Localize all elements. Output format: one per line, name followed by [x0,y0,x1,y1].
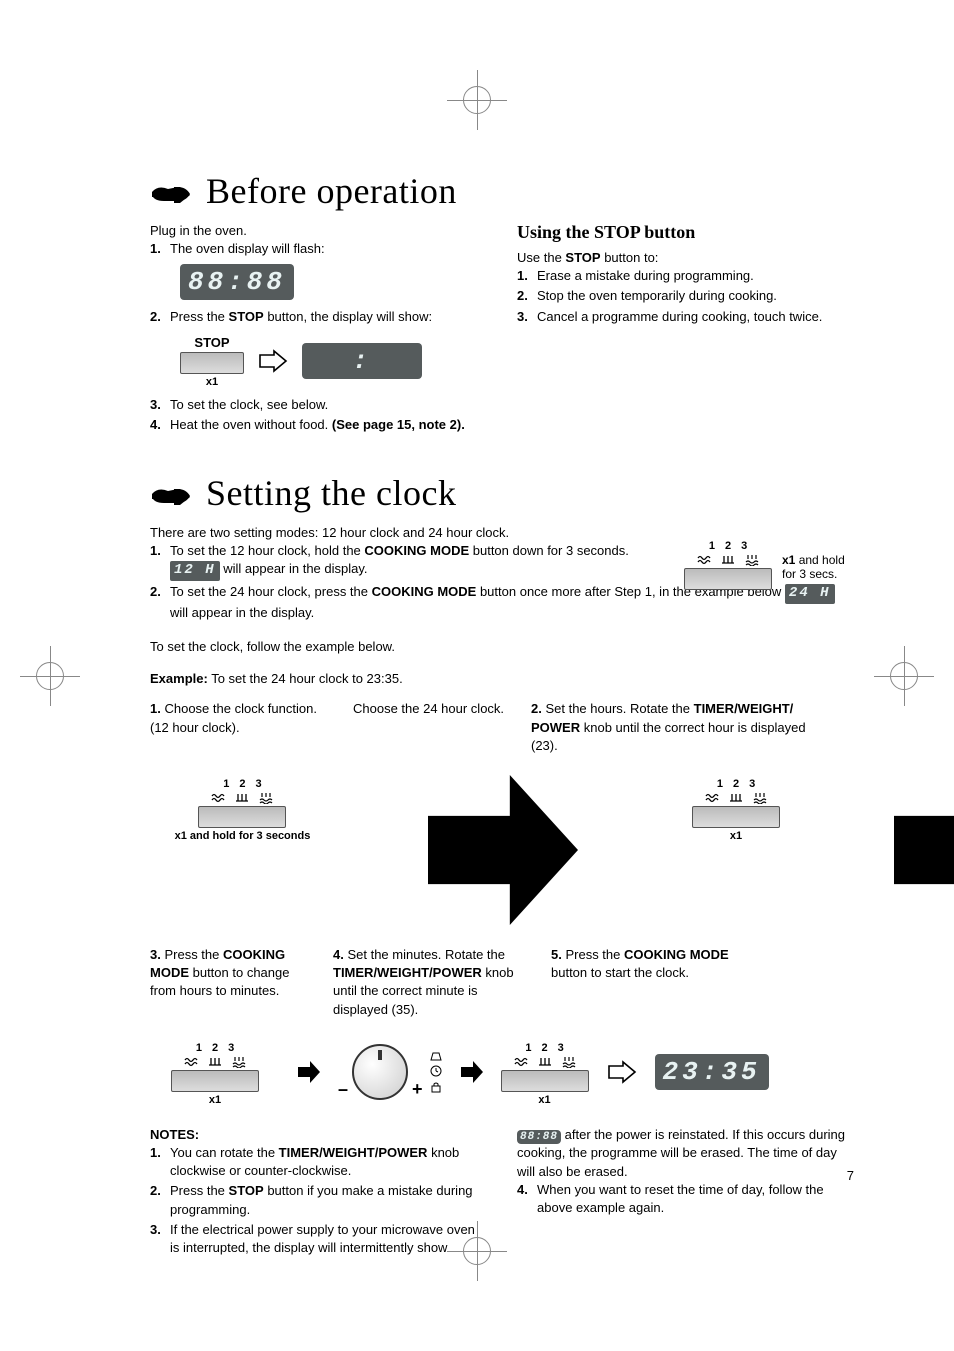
lcd-display-result: 23:35 [655,1054,769,1090]
stop-button-graphic: STOP x1 [180,335,244,388]
grill-icon [235,792,249,804]
step-text: 4. Set the minutes. Rotate the TIMER/WEI… [333,946,533,1019]
list-item: Cancel a programme during cooking, touch… [517,308,854,326]
arrow-right-icon [461,1061,483,1083]
pointing-hand-icon [150,176,194,206]
microwave-icon [211,792,225,804]
weight-icon [429,1051,443,1061]
combi-icon [232,1056,246,1068]
step-text: 2. Set the hours. Rotate the TIMER/WEIGH… [531,700,811,755]
microwave-icon [184,1056,198,1068]
grill-icon [721,554,735,566]
lcd-display: 88:88 [180,264,294,300]
arrow-right-icon [607,1060,637,1084]
grill-icon [729,792,743,804]
timer-knob-graphic: – + [338,1044,443,1100]
page-number: 7 [847,1168,854,1183]
intro-text: Plug in the oven. [150,222,487,240]
arrow-right-icon [819,913,954,928]
combi-icon [562,1056,576,1068]
step-text: Choose the 24 hour clock. [353,700,513,718]
step-text: 5. Press the COOKING MODE button to star… [551,946,731,982]
step-item: To set the clock, see below. [150,396,487,414]
notes-heading: NOTES: [150,1126,487,1144]
combi-icon [745,554,759,566]
note-item-cont: 88:88 after the power is reinstated. If … [517,1126,854,1181]
pointing-hand-icon [150,478,194,508]
body-text: Use the STOP button to: [517,249,854,267]
cooking-mode-button-graphic: 123 x1 [171,1042,259,1106]
lcd-display: 88:88 [517,1130,561,1144]
step-item: Press the STOP button, the display will … [150,308,487,326]
note-item: If the electrical power supply to your m… [150,1221,487,1257]
arrow-right-icon [258,349,288,373]
cooking-mode-button-graphic: 123 x1 [501,1042,589,1106]
combi-icon [259,792,273,804]
lcd-display-blank: : [302,343,422,379]
clock-icon [429,1065,443,1077]
step-text: 1. Choose the clock function. (12 hour c… [150,700,335,736]
cooking-mode-button-graphic: 123 x1 and hold for 3 seconds [175,778,311,842]
subsection-heading: Using the STOP button [517,222,854,243]
cooking-mode-button-graphic: 123 x1 [692,778,780,842]
body-text: Example: To set the 24 hour clock to 23:… [150,670,854,688]
body-text: To set the clock, follow the example bel… [150,638,854,656]
cooking-mode-button-graphic: 123 [684,540,772,590]
microwave-icon [697,554,711,566]
section-heading: Before operation [150,170,854,212]
lock-icon [429,1081,443,1093]
section-heading: Setting the clock [150,472,854,514]
step-text: 3. Press the COOKING MODE button to chan… [150,946,315,1001]
arrow-right-icon [298,1061,320,1083]
step-item: Heat the oven without food. (See page 15… [150,416,487,434]
microwave-icon [705,792,719,804]
note-item: When you want to reset the time of day, … [517,1181,854,1217]
list-item: Erase a mistake during programming. [517,267,854,285]
note-item: You can rotate the TIMER/WEIGHT/POWER kn… [150,1144,487,1180]
list-item: Stop the oven temporarily during cooking… [517,287,854,305]
step-item: The oven display will flash: [150,240,487,258]
grill-icon [538,1056,552,1068]
note-item: Press the STOP button if you make a mist… [150,1182,487,1218]
lcd-display: 12 H [170,561,220,581]
arrow-right-icon [353,913,653,928]
grill-icon [208,1056,222,1068]
microwave-icon [514,1056,528,1068]
combi-icon [753,792,767,804]
